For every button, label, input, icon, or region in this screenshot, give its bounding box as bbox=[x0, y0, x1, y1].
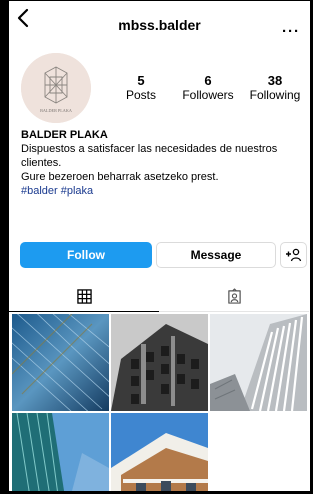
bio-line: clientes. bbox=[21, 157, 62, 169]
stat-posts[interactable]: 5 Posts bbox=[121, 73, 161, 102]
add-person-icon[interactable] bbox=[280, 242, 307, 268]
avatar[interactable]: BALDER PLAKA bbox=[21, 53, 91, 123]
stat-followers-label: Followers bbox=[182, 88, 234, 102]
profile-name: BALDER PLAKA bbox=[21, 129, 108, 141]
top-bar: mbss.balder ··· bbox=[9, 1, 310, 40]
post-thumbnail[interactable] bbox=[111, 413, 208, 491]
stat-followers[interactable]: 6 Followers bbox=[180, 73, 236, 102]
tab-tagged[interactable] bbox=[159, 282, 309, 312]
stat-posts-label: Posts bbox=[125, 88, 156, 102]
message-button[interactable]: Message bbox=[156, 242, 276, 268]
post-thumbnail[interactable] bbox=[210, 314, 307, 411]
stat-following[interactable]: 38 Following bbox=[245, 73, 305, 102]
profile-username: mbss.balder bbox=[118, 17, 201, 33]
stat-followers-value: 6 bbox=[204, 73, 212, 88]
bio-line: Dispuestos a satisfacer las necesidades … bbox=[21, 143, 278, 155]
stat-following-label: Following bbox=[249, 88, 301, 102]
tagged-person-icon bbox=[227, 288, 241, 304]
stat-posts-value: 5 bbox=[137, 73, 145, 88]
profile-bio: BALDER PLAKA Dispuestos a satisfacer las… bbox=[21, 128, 306, 198]
ellipsis-icon[interactable]: ··· bbox=[282, 23, 300, 40]
avatar-logo-text: BALDER PLAKA bbox=[40, 108, 72, 113]
post-thumbnail[interactable] bbox=[12, 314, 109, 411]
post-thumbnail[interactable] bbox=[12, 413, 109, 491]
bio-line: Gure bezeroen beharrak asetzeko prest. bbox=[21, 171, 219, 183]
stat-following-value: 38 bbox=[267, 73, 283, 88]
follow-button[interactable]: Follow bbox=[20, 242, 152, 268]
profile-screen: mbss.balder ··· BALDER PLAKA 5 Posts 6 F… bbox=[9, 1, 310, 491]
grid-icon bbox=[76, 289, 92, 304]
tab-grid[interactable] bbox=[9, 282, 159, 312]
post-thumbnail[interactable] bbox=[111, 314, 208, 411]
profile-tabs bbox=[9, 282, 310, 312]
bio-hashtags[interactable]: #balder #plaka bbox=[21, 184, 306, 198]
